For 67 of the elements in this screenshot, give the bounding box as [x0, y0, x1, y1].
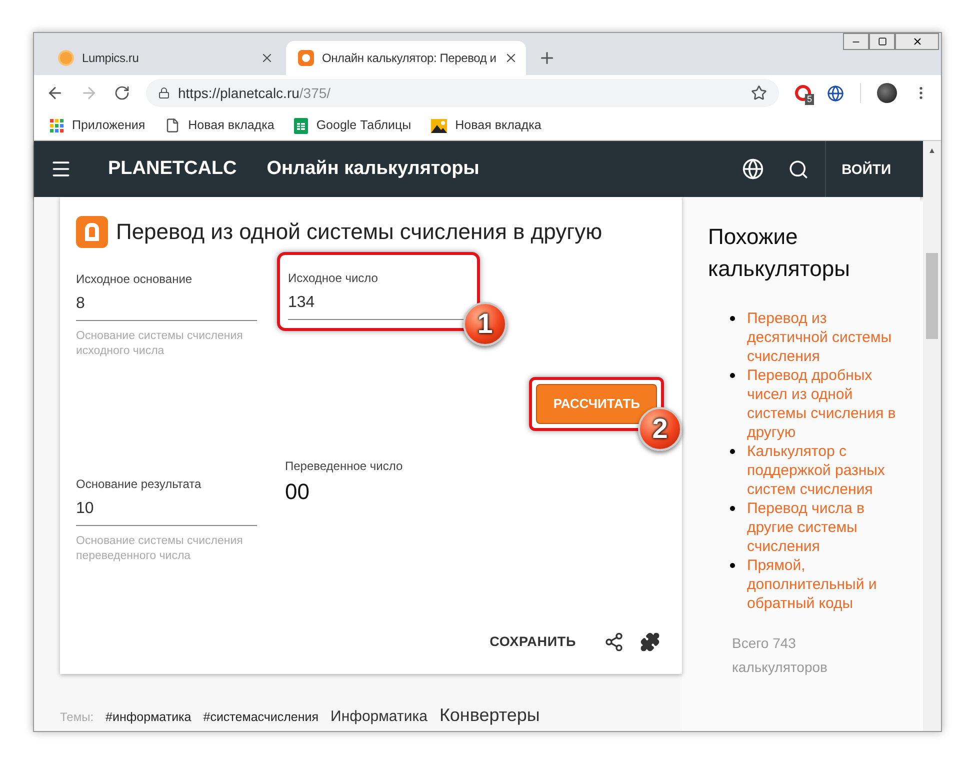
field-label: Исходное число [288, 270, 379, 287]
input-field[interactable]: Исходное основание 8 [76, 270, 257, 321]
spreadsheet-icon [294, 118, 308, 134]
bookmark-item[interactable]: Новая вкладка [165, 116, 274, 135]
new-tab-icon[interactable] [538, 49, 556, 67]
site-title: Онлайн калькуляторы [266, 156, 480, 181]
tags-label: Темы: [60, 709, 94, 726]
input-field[interactable]: Основание результата 10 [76, 474, 257, 526]
address-bar[interactable]: https://planetcalc.ru/375/ [146, 79, 779, 107]
reload-icon[interactable] [114, 85, 130, 101]
globe-extension-icon[interactable] [827, 84, 844, 102]
result-value: 00 [285, 478, 310, 506]
total-count: Всего 743 калькуляторов [732, 634, 828, 677]
field-hint: Основание системы счисления переведенного числа [76, 534, 244, 564]
scrollbar-thumb[interactable] [926, 253, 938, 339]
extension-badge: 5 [805, 94, 814, 105]
calculator-title: Перевод из одной системы счисления в другую [116, 218, 602, 246]
close-button[interactable] [895, 33, 939, 50]
maximize-icon [878, 37, 886, 46]
topic-link[interactable]: #информатика [106, 708, 192, 727]
browser-tab[interactable]: Онлайн калькулятор: Перевод и [286, 41, 526, 75]
field-label: Основание результата [76, 476, 202, 492]
site-logo[interactable]: PLANETCALC [108, 154, 237, 184]
share-icon[interactable] [604, 632, 624, 652]
result-label: Переведенное число [285, 458, 403, 474]
close-icon [912, 36, 922, 47]
url-text: https://planetcalc.ru/375/ [178, 84, 332, 103]
bullet-icon [730, 449, 735, 454]
close-icon[interactable] [260, 51, 274, 65]
field-value: 10 [76, 498, 95, 518]
bookmark-item[interactable]: Приложения [50, 116, 146, 135]
step-marker: 1 [463, 302, 507, 346]
save-button[interactable]: СОХРАНИТЬ [490, 632, 576, 652]
field-value: 134 [288, 293, 316, 313]
bookmark-item[interactable]: Google Таблицы [294, 116, 412, 135]
step-marker: 2 [638, 407, 682, 451]
app-logo-icon [298, 50, 314, 66]
sidebar-title: Похожие калькуляторы [708, 223, 851, 283]
bookmark-item[interactable]: Новая вкладка [431, 116, 542, 135]
maximize-button[interactable] [869, 33, 895, 50]
globe-icon[interactable] [742, 158, 764, 180]
bullet-icon [730, 563, 735, 568]
bullet-icon [730, 316, 735, 321]
topic-link[interactable]: #системасчисления [203, 708, 319, 727]
bookmark-star-icon[interactable] [751, 85, 767, 101]
lock-icon [158, 87, 170, 99]
citrus-slice-icon [58, 50, 74, 66]
search-icon[interactable] [788, 158, 809, 180]
field-label: Исходное основание [76, 271, 194, 288]
tab-title: Онлайн калькулятор: Перевод и [322, 50, 496, 67]
puzzle-icon[interactable] [640, 632, 660, 652]
back-icon[interactable] [46, 84, 64, 102]
browser-tab[interactable]: Lumpics.ru [46, 41, 286, 75]
page-icon [165, 118, 180, 133]
topic-link[interactable]: Информатика [330, 706, 428, 728]
bullet-icon [730, 506, 735, 511]
field-hint: Основание системы счисления исходного числа [76, 329, 244, 359]
image-icon [431, 118, 448, 132]
topic-link[interactable]: Конвертеры [439, 702, 540, 729]
bullet-icon [730, 373, 735, 378]
tab-title: Lumpics.ru [82, 50, 140, 67]
apps-grid-icon [50, 118, 64, 132]
scroll-up-arrow[interactable]: ▲ [928, 145, 936, 157]
scrollbar[interactable]: ▲ [923, 141, 941, 731]
field-value: 8 [76, 294, 86, 314]
app-logo-icon [76, 216, 108, 248]
avatar[interactable] [877, 83, 897, 103]
